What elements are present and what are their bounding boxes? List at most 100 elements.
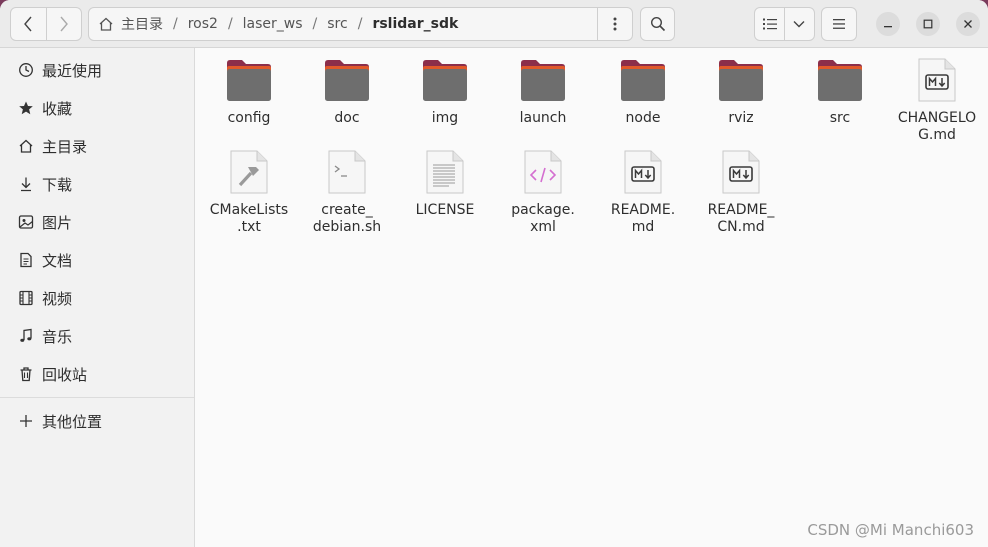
sidebar-item-pictures[interactable]: 图片 [0, 204, 194, 240]
sidebar-item-recent[interactable]: 最近使用 [0, 52, 194, 88]
file-name: launch [519, 110, 567, 126]
trash-icon [18, 366, 34, 382]
maximize-icon [923, 19, 933, 29]
close-button[interactable] [956, 12, 980, 36]
file-name: config [227, 110, 271, 126]
file-item-img[interactable]: img [396, 56, 494, 127]
sidebar-item-label: 其他位置 [42, 412, 103, 431]
xml-file-icon [519, 148, 567, 196]
sidebar-item-label: 主目录 [42, 137, 88, 156]
folder-icon [519, 56, 567, 104]
file-item-readme-cn[interactable]: README_ CN.md [692, 148, 790, 236]
file-item-cmakelists[interactable]: CMakeLists .txt [200, 148, 298, 236]
sidebar-item-music[interactable]: 音乐 [0, 318, 194, 354]
document-icon [18, 252, 34, 268]
navigation-buttons [10, 7, 82, 41]
sidebar: 最近使用 收藏 主目录 下载 图片 文档 视频 音乐 回收站 其他位置 [0, 48, 195, 547]
maximize-button[interactable] [916, 12, 940, 36]
file-name: doc [334, 110, 360, 126]
minimize-icon [884, 26, 892, 28]
file-item-create-debian[interactable]: create_ debian.sh [298, 148, 396, 236]
file-name: package. xml [511, 202, 575, 235]
folder-icon [717, 56, 765, 104]
sidebar-item-label: 视频 [42, 289, 73, 308]
sidebar-item-other-locations[interactable]: 其他位置 [0, 403, 194, 439]
file-name: rviz [728, 110, 754, 126]
video-icon [18, 290, 34, 306]
sidebar-divider [0, 397, 194, 398]
minimize-button[interactable] [876, 12, 900, 36]
sidebar-item-videos[interactable]: 视频 [0, 280, 194, 316]
file-grid: config doc img launch node rviz src CHAN… [196, 48, 988, 547]
hamburger-icon [833, 19, 845, 29]
list-view-button[interactable] [755, 8, 784, 40]
file-item-node[interactable]: node [594, 56, 692, 127]
search-icon [650, 16, 665, 32]
file-item-launch[interactable]: launch [494, 56, 592, 127]
file-name: LICENSE [415, 202, 475, 218]
file-manager-window: 主目录 / ros2 / laser_ws / src / rslidar_sd… [0, 0, 988, 547]
chevron-down-icon [793, 21, 805, 28]
view-dropdown-button[interactable] [785, 8, 814, 40]
header-bar: 主目录 / ros2 / laser_ws / src / rslidar_sd… [0, 0, 988, 48]
file-item-license[interactable]: LICENSE [396, 148, 494, 219]
folder-icon [816, 56, 864, 104]
breadcrumb-rslidar-sdk[interactable]: rslidar_sdk [369, 16, 461, 32]
main-menu-button[interactable] [821, 7, 857, 41]
file-item-rviz[interactable]: rviz [692, 56, 790, 127]
sidebar-item-label: 最近使用 [42, 61, 103, 80]
file-name: README. md [610, 202, 676, 235]
plus-icon [18, 413, 34, 429]
breadcrumb-laser-ws[interactable]: laser_ws [240, 16, 306, 32]
forward-button[interactable] [46, 8, 81, 40]
file-item-doc[interactable]: doc [298, 56, 396, 127]
markdown-file-icon [717, 148, 765, 196]
file-item-package-xml[interactable]: package. xml [494, 148, 592, 236]
folder-icon [619, 56, 667, 104]
breadcrumb-ros2[interactable]: ros2 [185, 16, 221, 32]
close-icon [964, 20, 972, 28]
file-name: create_ debian.sh [312, 202, 382, 235]
path-menu-button[interactable] [597, 8, 632, 40]
breadcrumb-src[interactable]: src [324, 16, 350, 32]
sidebar-item-label: 音乐 [42, 327, 73, 346]
folder-icon [421, 56, 469, 104]
file-item-config[interactable]: config [200, 56, 298, 127]
sidebar-item-label: 图片 [42, 213, 73, 232]
file-name: img [431, 110, 459, 126]
back-button[interactable] [11, 8, 46, 40]
file-name: CMakeLists .txt [209, 202, 289, 235]
folder-icon [225, 56, 273, 104]
script-file-icon [323, 148, 371, 196]
sidebar-item-label: 下载 [42, 175, 73, 194]
file-name: node [625, 110, 661, 126]
text-file-icon [421, 148, 469, 196]
breadcrumb-home[interactable]: 主目录 [118, 14, 166, 34]
cmake-file-icon [225, 148, 273, 196]
home-icon[interactable] [98, 16, 114, 32]
star-icon [18, 100, 34, 116]
file-name: src [829, 110, 851, 126]
image-icon [18, 214, 34, 230]
download-icon [18, 176, 34, 192]
home-icon [18, 138, 34, 154]
view-options [754, 7, 815, 41]
file-item-readme[interactable]: README. md [594, 148, 692, 236]
sidebar-item-label: 回收站 [42, 365, 88, 384]
markdown-file-icon [619, 148, 667, 196]
search-button[interactable] [640, 7, 675, 41]
chevron-right-icon [60, 16, 68, 32]
markdown-file-icon [913, 56, 961, 104]
sidebar-item-trash[interactable]: 回收站 [0, 356, 194, 392]
sidebar-item-downloads[interactable]: 下载 [0, 166, 194, 202]
clock-icon [18, 62, 34, 78]
file-item-changelog[interactable]: CHANGELO G.md [888, 56, 986, 144]
sidebar-item-starred[interactable]: 收藏 [0, 90, 194, 126]
sidebar-item-documents[interactable]: 文档 [0, 242, 194, 278]
chevron-left-icon [24, 16, 32, 32]
music-icon [18, 328, 34, 344]
file-item-src[interactable]: src [791, 56, 889, 127]
sidebar-item-label: 文档 [42, 251, 73, 270]
folder-icon [323, 56, 371, 104]
sidebar-item-home[interactable]: 主目录 [0, 128, 194, 164]
